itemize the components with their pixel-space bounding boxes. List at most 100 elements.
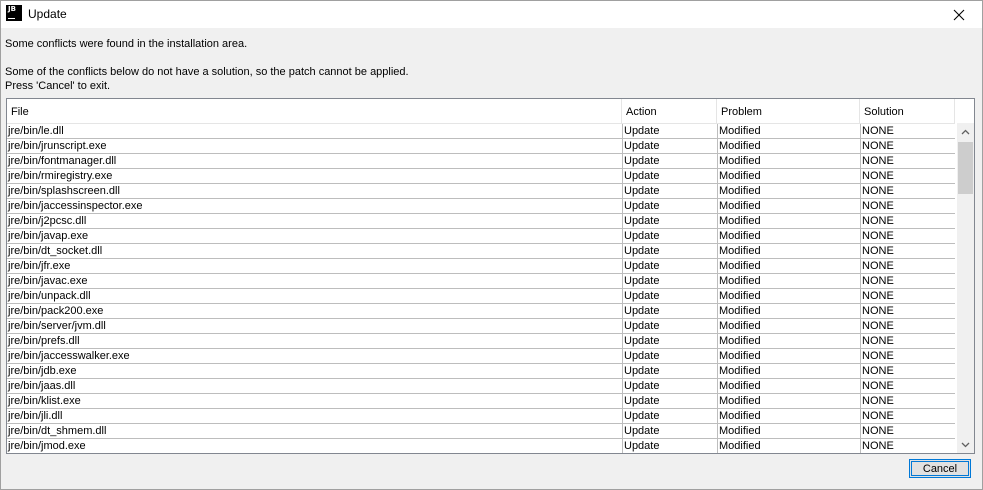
cell-solution: NONE: [860, 274, 955, 288]
table-header: File Action Problem Solution: [7, 99, 955, 124]
cell-solution: NONE: [860, 349, 955, 363]
cell-solution: NONE: [860, 259, 955, 273]
cell-solution: NONE: [860, 199, 955, 213]
table-body: jre/bin/le.dll Update Modified NONE jre/bin/…: [7, 124, 955, 453]
table-row[interactable]: jre/bin/jaccesswalker.exe Update Modified N…: [7, 349, 955, 364]
dialog-content: Some conflicts were found in the install…: [1, 28, 982, 489]
cell-solution: NONE: [860, 394, 955, 408]
table-row[interactable]: jre/bin/jli.dll Update Modified NONE: [7, 409, 955, 424]
cell-action: Update: [622, 274, 718, 288]
table-row[interactable]: jre/bin/javac.exe Update Modified NONE: [7, 274, 955, 289]
cell-problem: Modified: [717, 409, 861, 423]
cell-problem: Modified: [717, 304, 861, 318]
cell-file: jre/bin/j2pcsc.dll: [8, 215, 87, 227]
table-row[interactable]: jre/bin/splashscreen.dll Update Modified NO…: [7, 184, 955, 199]
cell-file: jre/bin/klist.exe: [8, 395, 81, 407]
cell-file: jre/bin/javac.exe: [8, 275, 88, 287]
cell-action: Update: [622, 289, 718, 303]
table-row[interactable]: jre/bin/dt_socket.dll Update Modified NONE: [7, 244, 955, 259]
cell-action: Update: [622, 334, 718, 348]
table-row[interactable]: jre/bin/pack200.exe Update Modified NONE: [7, 304, 955, 319]
cell-action: Update: [622, 349, 718, 363]
cell-action: Update: [622, 394, 718, 408]
cell-action: Update: [622, 319, 718, 333]
cell-file: jre/bin/unpack.dll: [8, 290, 91, 302]
cell-solution: NONE: [860, 304, 955, 318]
table-row[interactable]: jre/bin/javap.exe Update Modified NONE: [7, 229, 955, 244]
cell-action: Update: [622, 139, 718, 153]
jetbrains-logo-icon: JB: [6, 5, 22, 21]
cell-problem: Modified: [717, 139, 861, 153]
scroll-down-button[interactable]: [957, 436, 974, 453]
table-row[interactable]: jre/bin/server/jvm.dll Update Modified NONE: [7, 319, 955, 334]
column-header-file[interactable]: File: [7, 99, 622, 123]
title-bar[interactable]: JB Update: [1, 1, 982, 28]
cell-action: Update: [622, 244, 718, 258]
cell-action: Update: [622, 124, 718, 138]
table-row[interactable]: jre/bin/jmod.exe Update Modified NONE: [7, 439, 955, 453]
cell-problem: Modified: [717, 274, 861, 288]
table-row[interactable]: jre/bin/jaccessinspector.exe Update Modifi…: [7, 199, 955, 214]
cell-file: jre/bin/dt_socket.dll: [8, 245, 103, 257]
cell-solution: NONE: [860, 214, 955, 228]
cell-problem: Modified: [717, 199, 861, 213]
conflict-message: Some conflicts were found in the install…: [5, 38, 248, 50]
cell-problem: Modified: [717, 364, 861, 378]
cell-problem: Modified: [717, 349, 861, 363]
column-header-problem[interactable]: Problem: [717, 99, 860, 123]
cell-action: Update: [622, 229, 718, 243]
cell-action: Update: [622, 409, 718, 423]
scroll-up-button[interactable]: [957, 123, 974, 140]
cell-solution: NONE: [860, 169, 955, 183]
table-row[interactable]: jre/bin/jrunscript.exe Update Modified NONE: [7, 139, 955, 154]
app-icon-text: JB: [8, 5, 16, 13]
cell-solution: NONE: [860, 319, 955, 333]
cell-file: jre/bin/rmiregistry.exe: [8, 170, 113, 182]
cell-file: jre/bin/splashscreen.dll: [8, 185, 120, 197]
column-header-action[interactable]: Action: [622, 99, 717, 123]
cell-file: jre/bin/jli.dll: [8, 410, 63, 422]
cell-action: Update: [622, 364, 718, 378]
cell-file: jre/bin/jfr.exe: [8, 260, 71, 272]
table-row[interactable]: jre/bin/klist.exe Update Modified NONE: [7, 394, 955, 409]
chevron-down-icon: [961, 442, 970, 447]
column-header-solution[interactable]: Solution: [860, 99, 955, 123]
cell-problem: Modified: [717, 154, 861, 168]
cell-solution: NONE: [860, 229, 955, 243]
table-row[interactable]: jre/bin/jdb.exe Update Modified NONE: [7, 364, 955, 379]
cell-problem: Modified: [717, 289, 861, 303]
cancel-instruction: Press 'Cancel' to exit.: [5, 80, 111, 92]
table-row[interactable]: jre/bin/prefs.dll Update Modified NONE: [7, 334, 955, 349]
cell-file: jre/bin/jaccesswalker.exe: [8, 350, 130, 362]
table-row[interactable]: jre/bin/jaas.dll Update Modified NONE: [7, 379, 955, 394]
cell-action: Update: [622, 184, 718, 198]
cell-action: Update: [622, 439, 718, 453]
vertical-scrollbar[interactable]: [957, 123, 974, 453]
table-row[interactable]: jre/bin/jfr.exe Update Modified NONE: [7, 259, 955, 274]
cell-action: Update: [622, 169, 718, 183]
cell-problem: Modified: [717, 229, 861, 243]
close-button[interactable]: [936, 1, 982, 28]
no-solution-message: Some of the conflicts below do not have …: [5, 66, 409, 78]
cell-solution: NONE: [860, 364, 955, 378]
cell-file: jre/bin/dt_shmem.dll: [8, 425, 107, 437]
cell-file: jre/bin/le.dll: [8, 125, 64, 137]
scrollbar-thumb[interactable]: [958, 142, 973, 194]
table-row[interactable]: jre/bin/unpack.dll Update Modified NONE: [7, 289, 955, 304]
cell-file: jre/bin/pack200.exe: [8, 305, 104, 317]
table-row[interactable]: jre/bin/fontmanager.dll Update Modified NON…: [7, 154, 955, 169]
conflicts-table[interactable]: File Action Problem Solution jre/bin/le.…: [6, 98, 975, 454]
cell-solution: NONE: [860, 184, 955, 198]
table-row[interactable]: jre/bin/j2pcsc.dll Update Modified NONE: [7, 214, 955, 229]
cell-solution: NONE: [860, 154, 955, 168]
table-row[interactable]: jre/bin/dt_shmem.dll Update Modified NONE: [7, 424, 955, 439]
cancel-button[interactable]: Cancel: [909, 459, 971, 478]
table-row[interactable]: jre/bin/rmiregistry.exe Update Modified NON…: [7, 169, 955, 184]
table-row[interactable]: jre/bin/le.dll Update Modified NONE: [7, 124, 955, 139]
cell-action: Update: [622, 259, 718, 273]
cell-solution: NONE: [860, 439, 955, 453]
cell-problem: Modified: [717, 379, 861, 393]
cell-problem: Modified: [717, 244, 861, 258]
cell-action: Update: [622, 199, 718, 213]
cell-file: jre/bin/fontmanager.dll: [8, 155, 117, 167]
